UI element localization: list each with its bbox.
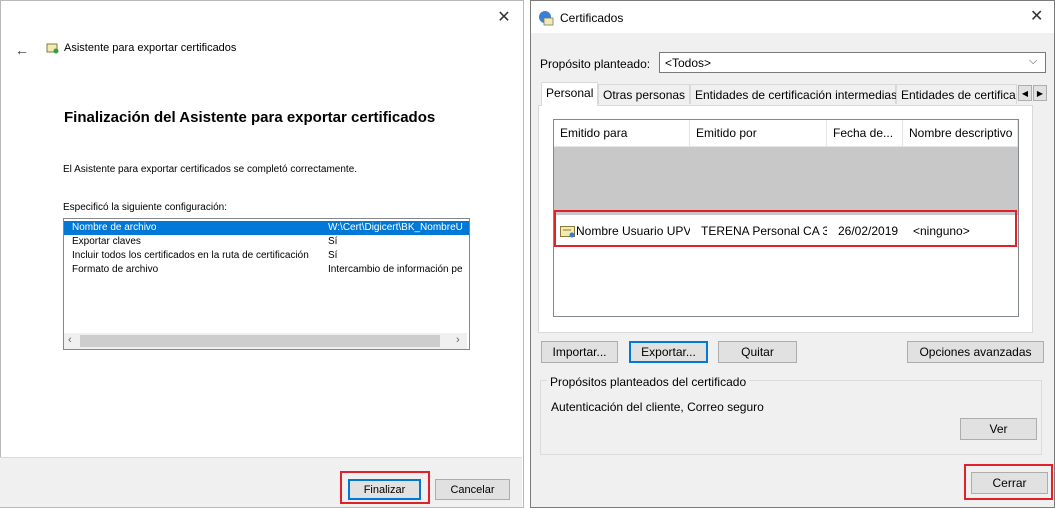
finish-button-highlight	[340, 471, 430, 504]
config-value: Intercambio de información pe	[328, 264, 463, 275]
tab-root-authorities[interactable]: Entidades de certificaci	[896, 84, 1017, 104]
scrollbar-thumb[interactable]	[80, 335, 440, 347]
purposes-value: Autenticación del cliente, Correo seguro	[551, 400, 764, 414]
column-header-friendly-name[interactable]: Nombre descriptivo	[903, 120, 1018, 146]
config-row[interactable]: Incluir todos los certificados en la rut…	[64, 249, 469, 263]
tab-scroll-left-icon[interactable]: ◀	[1018, 85, 1032, 101]
wizard-heading: Finalización del Asistente para exportar…	[64, 109, 436, 126]
column-header-issued-to[interactable]: Emitido para	[554, 120, 690, 146]
row-highlight	[554, 210, 1017, 247]
column-header-date[interactable]: Fecha de...	[827, 120, 903, 146]
config-value: W:\Cert\Digicert\BK_NombreU	[328, 222, 463, 233]
window-title: Certificados	[560, 11, 624, 25]
purpose-label: Propósito planteado:	[540, 57, 651, 71]
tab-other-people[interactable]: Otras personas	[598, 84, 690, 104]
close-button-highlight	[964, 464, 1053, 500]
list-empty-area	[554, 147, 1018, 215]
certificate-wizard-icon	[46, 42, 60, 54]
list-header: Emitido para Emitido por Fecha de... Nom…	[554, 120, 1018, 147]
config-row[interactable]: Nombre de archivo W:\Cert\Digicert\BK_No…	[64, 221, 469, 235]
config-list[interactable]: Nombre de archivo W:\Cert\Digicert\BK_No…	[63, 218, 470, 350]
config-value: Sí	[328, 250, 338, 261]
scroll-left-icon[interactable]: ‹	[68, 334, 72, 346]
purposes-group-label: Propósitos planteados del certificado	[547, 375, 750, 389]
config-row[interactable]: Exportar claves Sí	[64, 235, 469, 249]
back-arrow-icon[interactable]: ←	[15, 43, 29, 57]
import-button[interactable]: Importar...	[541, 341, 618, 363]
close-icon[interactable]: ✕	[496, 10, 512, 26]
scroll-right-icon[interactable]: ›	[456, 334, 460, 346]
config-value: Sí	[328, 236, 338, 247]
wizard-success-message: El Asistente para exportar certificados …	[63, 164, 358, 175]
view-button[interactable]: Ver	[960, 418, 1037, 440]
wizard-title: Asistente para exportar certificados	[64, 42, 237, 54]
export-button[interactable]: Exportar...	[629, 341, 708, 363]
purpose-select[interactable]: <Todos> ⌵	[659, 52, 1046, 73]
remove-button[interactable]: Quitar	[718, 341, 797, 363]
config-key: Formato de archivo	[72, 264, 159, 275]
cancel-button[interactable]: Cancelar	[435, 479, 510, 500]
config-row[interactable]: Formato de archivo Intercambio de inform…	[64, 263, 469, 277]
purpose-selected-value: <Todos>	[665, 56, 712, 70]
tab-personal[interactable]: Personal	[541, 82, 598, 106]
chevron-down-icon[interactable]: ⌵	[1029, 55, 1037, 68]
wizard-config-label: Especificó la siguiente configuración:	[63, 202, 227, 213]
horizontal-scrollbar[interactable]: ‹ ›	[64, 333, 467, 349]
config-key: Exportar claves	[72, 236, 141, 247]
certificates-icon	[538, 10, 554, 26]
config-key: Incluir todos los certificados en la rut…	[72, 250, 309, 261]
tab-intermediate-authorities[interactable]: Entidades de certificación intermedias	[690, 84, 897, 104]
advanced-options-button[interactable]: Opciones avanzadas	[907, 341, 1044, 363]
tab-scroll-right-icon[interactable]: ▶	[1033, 85, 1047, 101]
column-header-issued-by[interactable]: Emitido por	[690, 120, 827, 146]
config-key: Nombre de archivo	[72, 222, 157, 233]
close-icon[interactable]: ✕	[1030, 9, 1043, 25]
